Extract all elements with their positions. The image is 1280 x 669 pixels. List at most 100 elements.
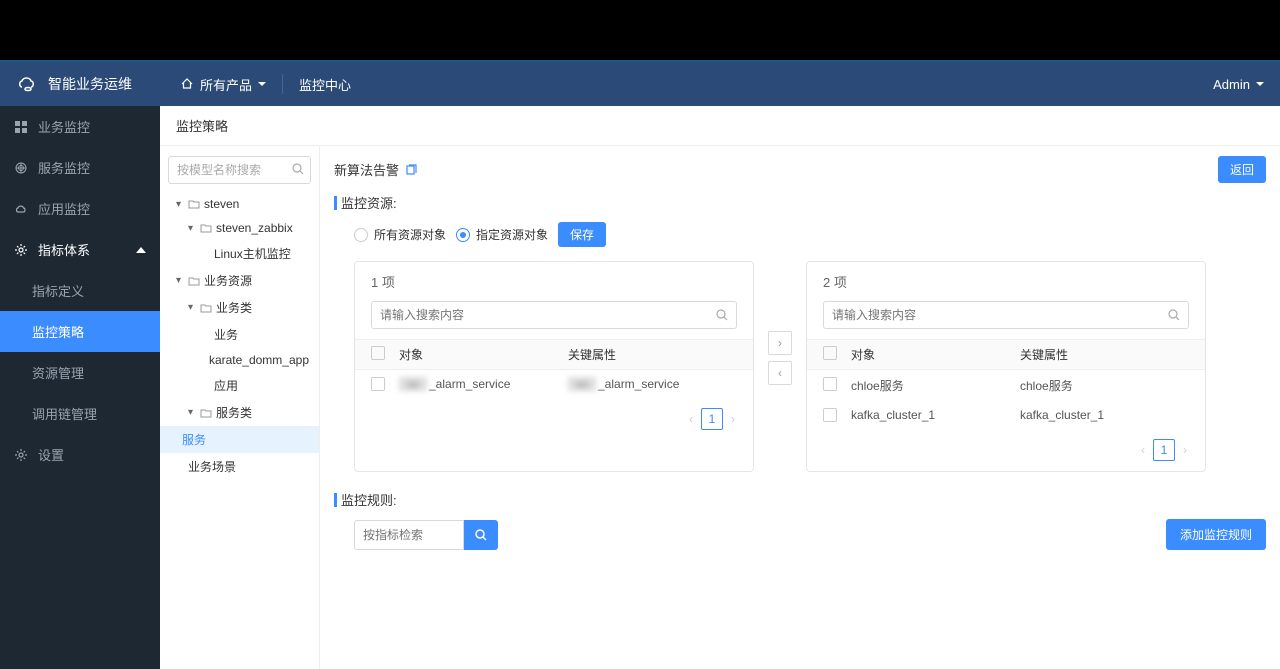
tree-label: 应用: [214, 377, 238, 394]
transfer-left-header: 对象 关键属性: [355, 339, 753, 370]
tree-node[interactable]: ▾ steven: [168, 192, 311, 216]
tree-label: 服务: [182, 431, 206, 448]
logo[interactable]: 智能业务运维: [16, 74, 164, 94]
rule-search-input[interactable]: [354, 520, 464, 550]
folder-icon: [188, 276, 200, 286]
tree-node[interactable]: 应用: [168, 372, 311, 399]
panel-title: 新算法告警: [334, 160, 399, 179]
radar-icon: [14, 161, 28, 175]
caret-down-icon: ▾: [188, 302, 196, 313]
tree-label: 业务: [214, 326, 238, 343]
tree-label: 业务资源: [204, 272, 252, 289]
transfer-left-search[interactable]: [371, 301, 737, 329]
section-rule-label: 监控规则:: [334, 490, 1266, 509]
tree-label: steven: [204, 197, 239, 211]
transfer-right-button[interactable]: ›: [768, 331, 792, 355]
tree-node[interactable]: 业务场景: [168, 453, 311, 480]
nav-monitor-center[interactable]: 监控中心: [283, 75, 367, 94]
tree-node[interactable]: karate_domm_app: [168, 348, 311, 372]
sidebar-item-app-monitor[interactable]: 应用监控: [0, 188, 160, 229]
user-menu[interactable]: Admin: [1213, 77, 1264, 92]
page-number[interactable]: 1: [1153, 439, 1175, 461]
tree-label: 业务场景: [188, 458, 236, 475]
transfer-left-button[interactable]: ‹: [768, 361, 792, 385]
radio-all-resources[interactable]: 所有资源对象: [354, 226, 446, 243]
page-number[interactable]: 1: [701, 408, 723, 430]
checkbox-all-right[interactable]: [823, 346, 837, 360]
sidebar-item-settings[interactable]: 设置: [0, 434, 160, 475]
transfer-right-search[interactable]: [823, 301, 1189, 329]
sidebar-item-business-monitor[interactable]: 业务监控: [0, 106, 160, 147]
row-checkbox[interactable]: [823, 408, 837, 422]
caret-down-icon: ▾: [188, 407, 196, 418]
tree-search-input[interactable]: [168, 156, 311, 184]
right-panel: 新算法告警 返回 监控资源: 所有资源对象: [320, 146, 1280, 669]
edit-icon[interactable]: [405, 164, 417, 176]
tree-label: Linux主机监控: [214, 245, 291, 262]
cloud-icon: [14, 202, 28, 216]
row-checkbox[interactable]: [823, 377, 837, 391]
tree-node[interactable]: 服务: [160, 426, 319, 453]
rule-search-button[interactable]: [464, 520, 498, 550]
page-title: 监控策略: [160, 106, 1280, 146]
radio-specific-resources[interactable]: 指定资源对象: [456, 226, 548, 243]
grid-icon: [14, 120, 28, 134]
home-icon: [180, 77, 194, 91]
nav-all-products[interactable]: 所有产品: [164, 75, 282, 94]
table-row[interactable]: chloe服务chloe服务: [807, 370, 1205, 401]
transfer-right-count: 2 项: [807, 262, 1205, 301]
search-icon: [1167, 308, 1181, 322]
chevron-up-icon: [136, 247, 146, 253]
tree-node[interactable]: 业务: [168, 321, 311, 348]
row-checkbox[interactable]: [371, 377, 385, 391]
table-row[interactable]: xx_alarm_servicexx_alarm_service: [355, 370, 753, 398]
sidebar-item-service-monitor[interactable]: 服务监控: [0, 147, 160, 188]
tree: ▾ steven ▾ steven_zabbix Linux主机监控 ▾ 业务资源 ▾业务类业…: [168, 192, 311, 480]
table-row[interactable]: kafka_cluster_1kafka_cluster_1: [807, 401, 1205, 429]
tree-label: steven_zabbix: [216, 221, 293, 235]
back-button[interactable]: 返回: [1218, 156, 1266, 183]
page-prev[interactable]: ‹: [687, 410, 695, 428]
browser-chrome: [0, 0, 1280, 60]
transfer-left-count: 1 项: [355, 262, 753, 301]
section-resource-label: 监控资源:: [334, 193, 1266, 212]
tree-label: 服务类: [216, 404, 252, 421]
sidebar-item-chain-mgmt[interactable]: 调用链管理: [0, 393, 160, 434]
caret-down-icon: ▾: [176, 199, 184, 210]
gear-icon: [14, 243, 28, 257]
tree-node[interactable]: Linux主机监控: [168, 240, 311, 267]
add-rule-button[interactable]: 添加监控规则: [1166, 519, 1266, 550]
tree-node[interactable]: ▾业务类: [168, 294, 311, 321]
tree-label: karate_domm_app: [209, 353, 309, 367]
tree-node[interactable]: ▾ 服务类: [168, 399, 311, 426]
chevron-down-icon: [1256, 80, 1264, 88]
checkbox-all-left[interactable]: [371, 346, 385, 360]
sidebar-item-resource-mgmt[interactable]: 资源管理: [0, 352, 160, 393]
tree-panel: ▾ steven ▾ steven_zabbix Linux主机监控 ▾ 业务资源 ▾业务类业…: [160, 146, 320, 669]
chevron-down-icon: [258, 80, 266, 88]
folder-icon: [188, 199, 200, 209]
logo-text: 智能业务运维: [48, 74, 132, 94]
header: 智能业务运维 所有产品 监控中心 Admin: [0, 60, 1280, 106]
logo-icon: [16, 75, 40, 93]
transfer-right: 2 项 对象 关键属性: [806, 261, 1206, 472]
page-next[interactable]: ›: [1181, 441, 1189, 459]
folder-icon: [200, 408, 212, 418]
transfer-right-header: 对象 关键属性: [807, 339, 1205, 370]
sidebar-item-metric-system[interactable]: 指标体系: [0, 229, 160, 270]
folder-icon: [200, 223, 212, 233]
tree-node[interactable]: ▾ steven_zabbix: [168, 216, 311, 240]
sidebar-item-metric-definition[interactable]: 指标定义: [0, 270, 160, 311]
page-prev[interactable]: ‹: [1139, 441, 1147, 459]
search-icon: [291, 162, 305, 176]
sidebar-item-monitor-strategy[interactable]: 监控策略: [0, 311, 160, 352]
page-next[interactable]: ›: [729, 410, 737, 428]
transfer-left: 1 项 对象 关键属性: [354, 261, 754, 472]
caret-down-icon: ▾: [188, 223, 196, 234]
save-button[interactable]: 保存: [558, 222, 606, 247]
sidebar: 业务监控 服务监控 应用监控 指标体系 指标定义 监控策略 资源管理 调用链管理…: [0, 106, 160, 669]
tree-node[interactable]: ▾ 业务资源: [168, 267, 311, 294]
caret-down-icon: ▾: [176, 275, 184, 286]
cog-icon: [14, 448, 28, 462]
folder-icon: [200, 303, 212, 313]
